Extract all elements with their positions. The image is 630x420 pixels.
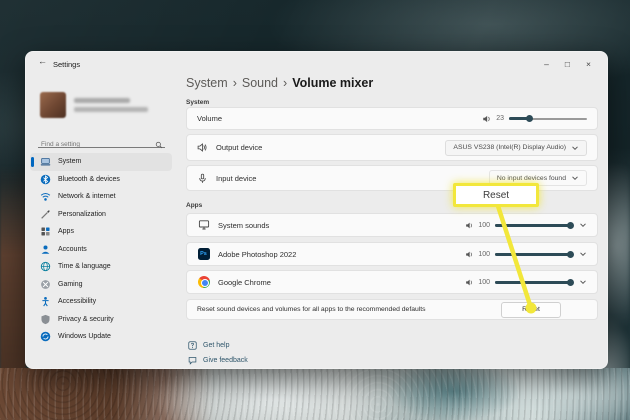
- slider-thumb[interactable]: [567, 279, 574, 286]
- reset-description: Reset sound devices and volumes for all …: [197, 306, 426, 313]
- search-input[interactable]: [38, 138, 146, 151]
- apps-section-label: Apps: [186, 202, 202, 209]
- speaker-icon[interactable]: [482, 114, 492, 124]
- slider-thumb[interactable]: [526, 115, 533, 122]
- user-name-redacted: [74, 98, 130, 103]
- app-volume-slider[interactable]: [495, 221, 573, 229]
- expand-chevron-icon[interactable]: [579, 250, 587, 258]
- app-name: Google Chrome: [218, 278, 271, 287]
- minimize-button[interactable]: –: [536, 52, 557, 76]
- back-arrow-icon[interactable]: ←: [38, 56, 47, 66]
- slider-thumb[interactable]: [567, 251, 574, 258]
- sidebar-item-bluetooth[interactable]: Bluetooth & devices: [30, 171, 172, 189]
- sidebar-item-accounts[interactable]: Accounts: [30, 241, 172, 259]
- sidebar-item-system[interactable]: System: [30, 153, 172, 171]
- sidebar-item-gaming[interactable]: Gaming: [30, 276, 172, 294]
- reset-callout: Reset: [453, 183, 539, 207]
- accessibility-icon: [40, 296, 51, 307]
- volume-label: Volume: [197, 114, 222, 123]
- window-title: Settings: [53, 60, 80, 69]
- app-volume-slider[interactable]: [495, 278, 573, 286]
- sidebar-item-privacy[interactable]: Privacy & security: [30, 311, 172, 329]
- output-device-icon: [197, 142, 208, 153]
- expand-chevron-icon[interactable]: [579, 278, 587, 286]
- wallpaper-shoreline: [0, 368, 630, 420]
- app-volume-value: 100: [478, 251, 490, 258]
- breadcrumb-separator: ›: [283, 76, 287, 90]
- time-language-icon: [40, 261, 51, 272]
- system-icon: [40, 156, 51, 167]
- app-volume-value: 100: [478, 222, 490, 229]
- reset-button[interactable]: Reset: [501, 302, 561, 318]
- app-name: System sounds: [218, 221, 269, 230]
- personalization-icon: [40, 209, 51, 220]
- bluetooth-icon: [40, 174, 51, 185]
- window-controls: – □ ×: [536, 52, 599, 76]
- slider-thumb[interactable]: [567, 222, 574, 229]
- sidebar-item-accessibility[interactable]: Accessibility: [30, 293, 172, 311]
- app-volume-value: 100: [478, 279, 490, 286]
- user-email-redacted: [74, 107, 148, 112]
- output-device-dropdown[interactable]: ASUS VS238 (Intel(R) Display Audio): [445, 140, 587, 156]
- volume-row: Volume 23: [186, 107, 598, 130]
- main-content: System › Sound › Volume mixer System Volume …: [176, 76, 607, 368]
- sidebar-nav: System Bluetooth & devices Network & int…: [30, 153, 172, 346]
- sidebar-item-apps[interactable]: Apps: [30, 223, 172, 241]
- reset-row: Reset sound devices and volumes for all …: [186, 299, 598, 320]
- sidebar-item-windows-update[interactable]: Windows Update: [30, 328, 172, 346]
- settings-window: ← Settings – □ × System: [25, 51, 608, 369]
- maximize-button[interactable]: □: [557, 52, 578, 76]
- input-device-icon: [197, 173, 208, 184]
- feedback-icon: [188, 356, 197, 365]
- sidebar-item-time-language[interactable]: Time & language: [30, 258, 172, 276]
- breadcrumb-sound[interactable]: Sound: [242, 76, 278, 90]
- speaker-icon[interactable]: [465, 278, 474, 287]
- app-volume-slider[interactable]: [495, 250, 573, 258]
- apps-icon: [40, 226, 51, 237]
- privacy-icon: [40, 314, 51, 325]
- chevron-down-icon: [571, 144, 579, 152]
- sidebar-item-personalization[interactable]: Personalization: [30, 206, 172, 224]
- help-icon: [188, 341, 197, 350]
- breadcrumb: System › Sound › Volume mixer: [186, 76, 373, 90]
- windows-update-icon: [40, 331, 51, 342]
- sidebar: System Bluetooth & devices Network & int…: [26, 76, 176, 368]
- accounts-icon: [40, 244, 51, 255]
- app-row-chrome: Google Chrome 100: [186, 270, 598, 294]
- search-box[interactable]: [38, 133, 165, 148]
- page-title: Volume mixer: [292, 76, 373, 90]
- expand-chevron-icon[interactable]: [579, 221, 587, 229]
- close-button[interactable]: ×: [578, 52, 599, 76]
- chevron-down-icon: [571, 174, 579, 182]
- speaker-icon[interactable]: [465, 250, 474, 259]
- speaker-icon[interactable]: [465, 221, 474, 230]
- titlebar: ← Settings – □ ×: [26, 52, 607, 76]
- output-device-label: Output device: [216, 143, 262, 152]
- app-name: Adobe Photoshop 2022: [218, 250, 296, 259]
- get-help-link[interactable]: Get help: [188, 341, 229, 350]
- sidebar-item-network[interactable]: Network & internet: [30, 188, 172, 206]
- app-row-system-sounds: System sounds 100: [186, 213, 598, 237]
- monitor-icon: [197, 219, 210, 232]
- breadcrumb-system[interactable]: System: [186, 76, 228, 90]
- output-device-row: Output device ASUS VS238 (Intel(R) Displ…: [186, 134, 598, 161]
- input-device-label: Input device: [216, 174, 256, 183]
- system-section-label: System: [186, 99, 209, 106]
- desktop: ← Settings – □ × System: [0, 0, 630, 420]
- volume-value: 23: [496, 115, 504, 122]
- app-row-photoshop: Ps Adobe Photoshop 2022 100: [186, 242, 598, 266]
- output-device-value: ASUS VS238 (Intel(R) Display Audio): [453, 144, 566, 151]
- network-icon: [40, 191, 51, 202]
- chrome-icon: [197, 276, 210, 289]
- breadcrumb-separator: ›: [233, 76, 237, 90]
- input-device-value: No input devices found: [497, 175, 566, 182]
- give-feedback-link[interactable]: Give feedback: [188, 356, 248, 365]
- gaming-icon: [40, 279, 51, 290]
- avatar[interactable]: [40, 92, 66, 118]
- volume-slider[interactable]: [509, 115, 587, 123]
- search-icon: [155, 136, 163, 154]
- photoshop-icon: Ps: [197, 248, 210, 261]
